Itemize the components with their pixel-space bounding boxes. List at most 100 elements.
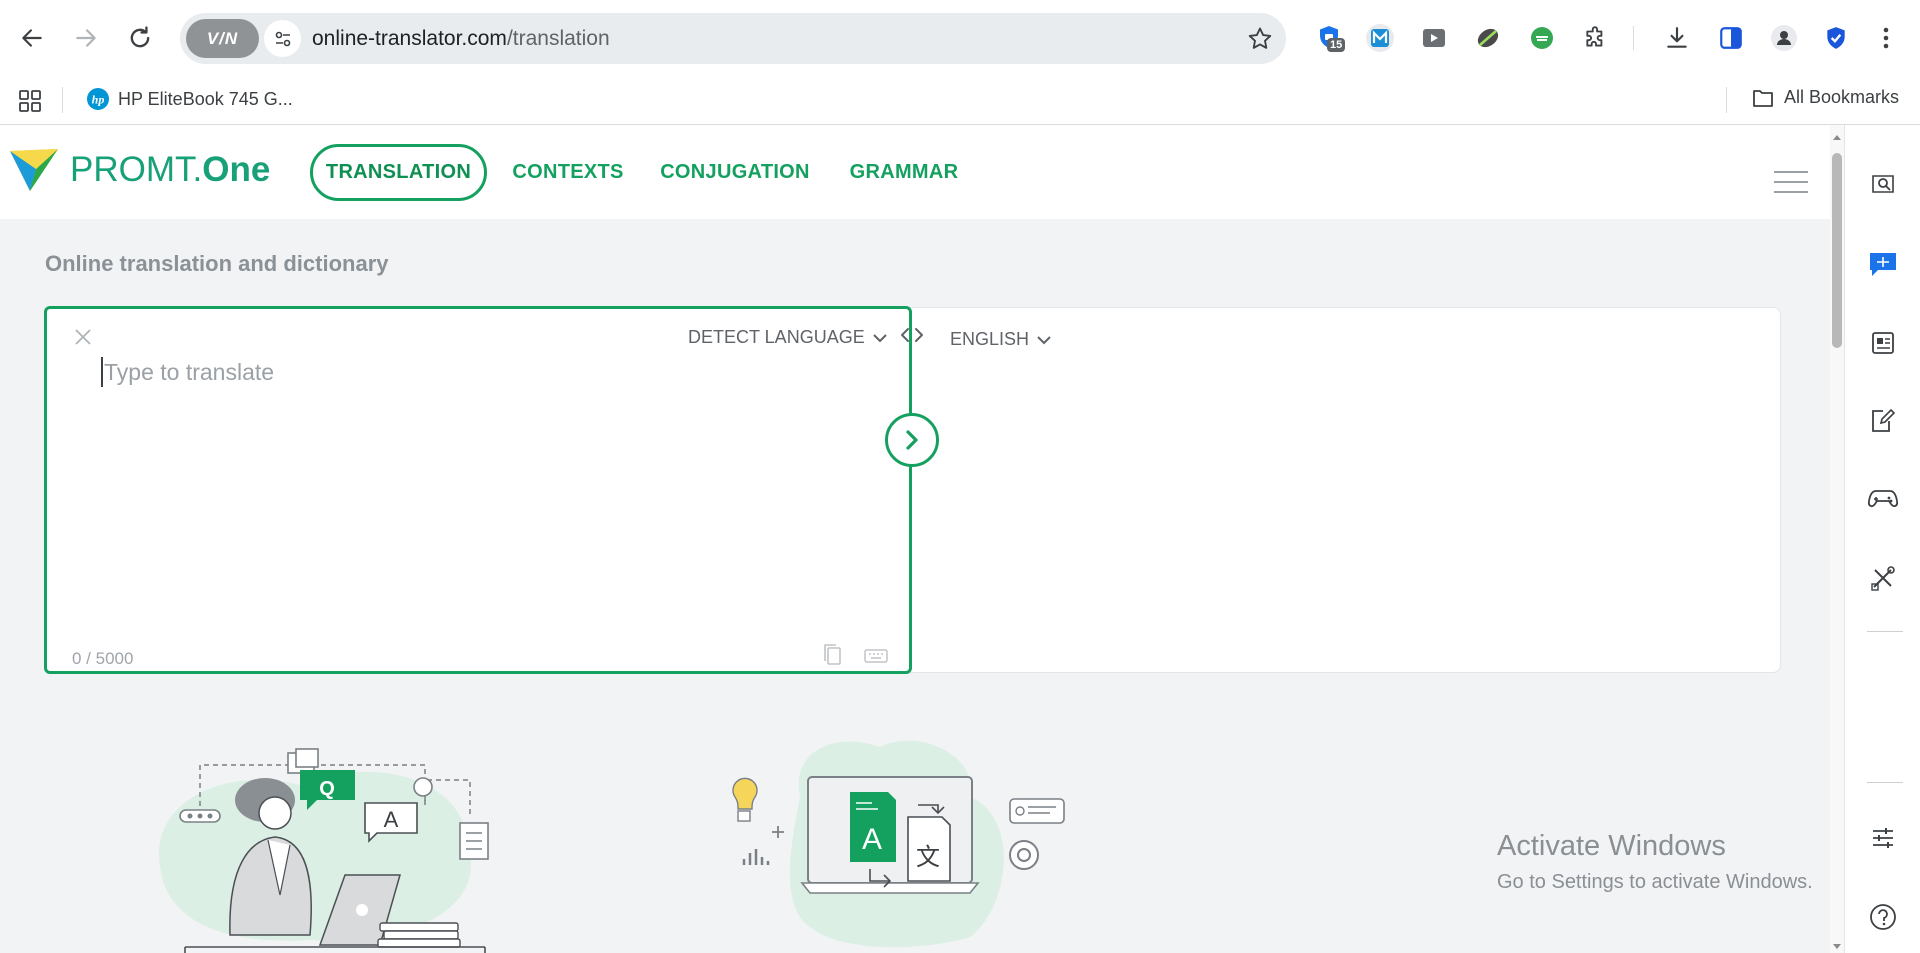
nav-conjugation[interactable]: CONJUGATION <box>660 144 810 201</box>
sidebar-tools-button[interactable] <box>1867 562 1899 594</box>
swap-languages-button[interactable] <box>899 327 925 348</box>
browser-toolbar: V/N online-translator.com/translation 15 <box>0 0 1920 77</box>
extension-badge: 15 <box>1327 38 1346 52</box>
chat-icon <box>1870 253 1896 276</box>
copy-icon <box>824 644 841 665</box>
shield-check-icon <box>1827 27 1845 49</box>
bookmarks-bar: hp HP EliteBook 745 G... All Bookmarks <box>0 77 1920 125</box>
sidebar-separator <box>1867 631 1903 632</box>
nav-grammar[interactable]: GRAMMAR <box>848 144 960 201</box>
m-app-icon <box>1366 24 1394 52</box>
sidebar-search-button[interactable] <box>1867 168 1899 200</box>
green-circle-icon <box>1531 27 1553 49</box>
extension-password-manager[interactable]: 15 <box>1313 22 1346 54</box>
logo-prefix: PROMT. <box>70 150 203 189</box>
bookmark-hp[interactable]: hp HP EliteBook 745 G... <box>86 87 293 111</box>
source-text-input[interactable]: Type to translate <box>101 357 274 387</box>
help-icon <box>1870 904 1896 930</box>
apps-grid-icon <box>19 90 41 112</box>
close-icon <box>75 329 91 345</box>
reload-button[interactable] <box>122 20 158 56</box>
leaf-icon <box>1477 28 1499 48</box>
svg-text:hp: hp <box>92 93 105 107</box>
chevron-right-icon <box>906 430 918 450</box>
kebab-menu-icon <box>1883 27 1889 49</box>
bubble-a-text: A <box>384 807 399 832</box>
all-bookmarks-button[interactable]: All Bookmarks <box>1752 87 1899 108</box>
puzzle-icon <box>1586 26 1603 47</box>
browser-menu-button[interactable] <box>1870 22 1902 54</box>
downloads-button[interactable] <box>1661 22 1693 54</box>
illustration-person-laptop: Q A <box>159 748 489 953</box>
page-scrollbar[interactable] <box>1830 125 1844 953</box>
site-header: PROMT.One TRANSLATION CONTEXTS CONJUGATI… <box>0 125 1830 219</box>
apps-button[interactable] <box>18 89 42 118</box>
source-language-select[interactable]: DETECT LANGUAGE <box>688 327 887 348</box>
character-counter: 0 / 5000 <box>72 649 134 668</box>
target-language-select[interactable]: ENGLISH <box>950 329 1051 350</box>
scroll-up-icon[interactable] <box>1832 133 1842 141</box>
sidebar-help-button[interactable] <box>1867 901 1899 933</box>
watermark-title: Activate Windows <box>1497 830 1726 862</box>
hamburger-menu-button[interactable] <box>1774 171 1808 201</box>
tune-icon <box>275 31 290 46</box>
page-viewport: PROMT.One TRANSLATION CONTEXTS CONJUGATI… <box>0 125 1830 953</box>
back-arrow-icon <box>22 29 42 47</box>
news-icon <box>1872 332 1894 354</box>
sidebar-games-button[interactable] <box>1867 483 1899 515</box>
chevron-down-icon <box>873 333 887 342</box>
reload-icon <box>130 26 150 48</box>
bubble-q-text: Q <box>319 778 335 800</box>
bookmark-separator <box>62 87 63 113</box>
extension-green[interactable] <box>1526 22 1558 54</box>
sidebar-notes-button[interactable] <box>1867 405 1899 437</box>
edit-note-icon <box>1872 408 1896 432</box>
target-pane <box>905 307 1781 673</box>
bookmark-separator <box>1726 87 1727 113</box>
profile-button[interactable] <box>1768 22 1800 54</box>
clear-text-button[interactable] <box>73 327 93 352</box>
extensions-menu[interactable] <box>1580 22 1612 54</box>
url-text[interactable]: online-translator.com/translation <box>312 27 610 51</box>
source-language-label: DETECT LANGUAGE <box>688 327 865 347</box>
logo-text: PROMT.One <box>70 150 270 190</box>
promt-v-logo-icon <box>10 149 58 191</box>
bookmark-star-button[interactable] <box>1246 25 1274 58</box>
address-bar[interactable]: V/N online-translator.com/translation <box>180 13 1286 64</box>
sidebar-toggle-button[interactable] <box>1715 22 1747 54</box>
download-icon <box>1667 27 1687 48</box>
vpn-label: V/N <box>206 28 239 48</box>
scroll-thumb[interactable] <box>1832 153 1842 348</box>
extension-m[interactable] <box>1364 22 1396 54</box>
chevron-down-icon <box>1037 335 1051 344</box>
virtual-keyboard-button[interactable] <box>864 649 888 668</box>
copy-button[interactable] <box>822 643 842 672</box>
sidebar-news-button[interactable] <box>1867 327 1899 359</box>
promt-logo[interactable]: PROMT.One <box>8 145 270 195</box>
doc-x-text: 文 <box>916 843 940 871</box>
site-info-button[interactable] <box>264 20 301 57</box>
nav-contexts[interactable]: CONTEXTS <box>512 144 623 201</box>
all-bookmarks-label: All Bookmarks <box>1784 87 1900 107</box>
translate-button[interactable] <box>885 413 939 467</box>
scroll-down-icon[interactable] <box>1832 943 1842 951</box>
vpn-toggle[interactable]: V/N <box>186 19 259 58</box>
back-button[interactable] <box>14 20 50 56</box>
nav-translation[interactable]: TRANSLATION <box>310 144 487 201</box>
url-path: /translation <box>506 27 610 50</box>
target-language-label: ENGLISH <box>950 329 1030 349</box>
extension-leaf[interactable] <box>1472 22 1504 54</box>
tools-icon <box>1871 566 1895 591</box>
browser-side-panel <box>1844 125 1920 953</box>
security-extension[interactable] <box>1820 22 1852 54</box>
sidebar-chat-button[interactable] <box>1867 248 1899 280</box>
folder-icon <box>1753 89 1773 107</box>
hp-logo-icon: hp <box>87 88 109 110</box>
sliders-icon <box>1873 828 1893 848</box>
url-domain: online-translator.com <box>312 27 507 50</box>
sidebar-customize-button[interactable] <box>1867 822 1899 854</box>
extension-video[interactable] <box>1418 22 1450 54</box>
forward-button[interactable] <box>68 20 104 56</box>
split-view-icon <box>1720 27 1742 49</box>
doc-a-text: A <box>862 823 882 856</box>
